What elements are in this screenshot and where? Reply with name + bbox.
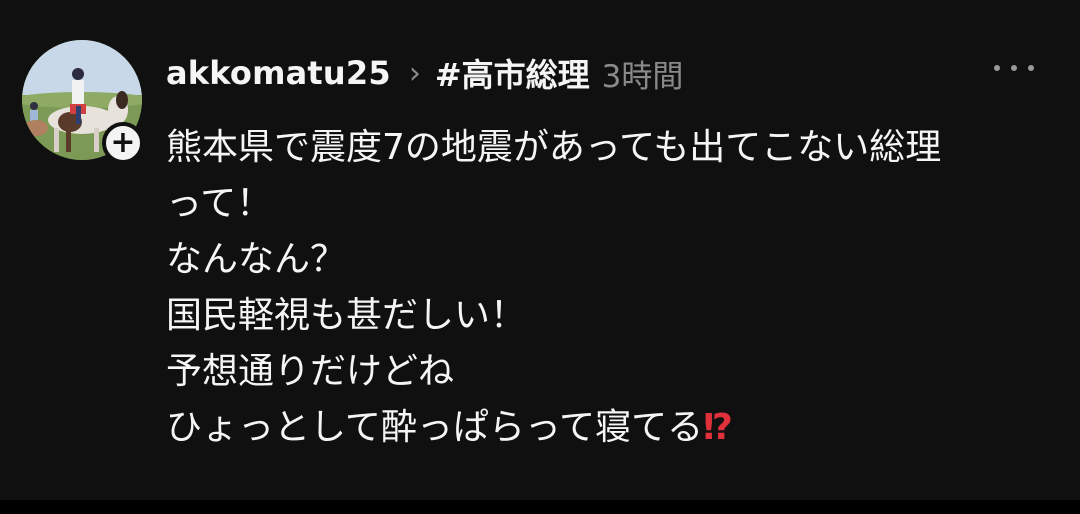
post-line: 国民軽視も甚だしい！ xyxy=(166,295,527,336)
exclamation-question-icon: ⁉ xyxy=(703,407,733,448)
more-dot xyxy=(1011,65,1017,71)
post-line: 熊本県で震度7の地震があっても出てこない総理 xyxy=(166,127,942,168)
username-link[interactable]: akkomatu25 xyxy=(166,54,391,92)
bottom-divider xyxy=(0,500,1080,514)
chevron-right-icon: › xyxy=(408,55,421,91)
more-options-button[interactable] xyxy=(994,56,1034,80)
more-dot xyxy=(1028,65,1034,71)
post-line: 予想通りだけどね xyxy=(166,351,455,392)
plus-icon: + xyxy=(110,125,136,160)
follow-button[interactable]: + xyxy=(102,122,144,164)
more-dot xyxy=(994,65,1000,71)
post-line-last: ひょっとして酔っぱらって寝てる⁉ xyxy=(166,400,1066,456)
post-header: akkomatu25 › #高市総理 3時間 xyxy=(166,50,683,96)
post-line-text: ひょっとして酔っぱらって寝てる xyxy=(166,407,704,448)
post-line: って！ xyxy=(166,183,273,224)
topic-tag[interactable]: #高市総理 xyxy=(435,50,590,96)
post-body: 熊本県で震度7の地震があっても出てこない総理 って！ なんなん？ 国民軽視も甚だ… xyxy=(166,120,1066,456)
post-line: なんなん？ xyxy=(166,239,347,280)
thread-post: + akkomatu25 › #高市総理 3時間 熊本県で震度7の地震があっても… xyxy=(0,0,1080,514)
post-timestamp: 3時間 xyxy=(601,58,684,95)
